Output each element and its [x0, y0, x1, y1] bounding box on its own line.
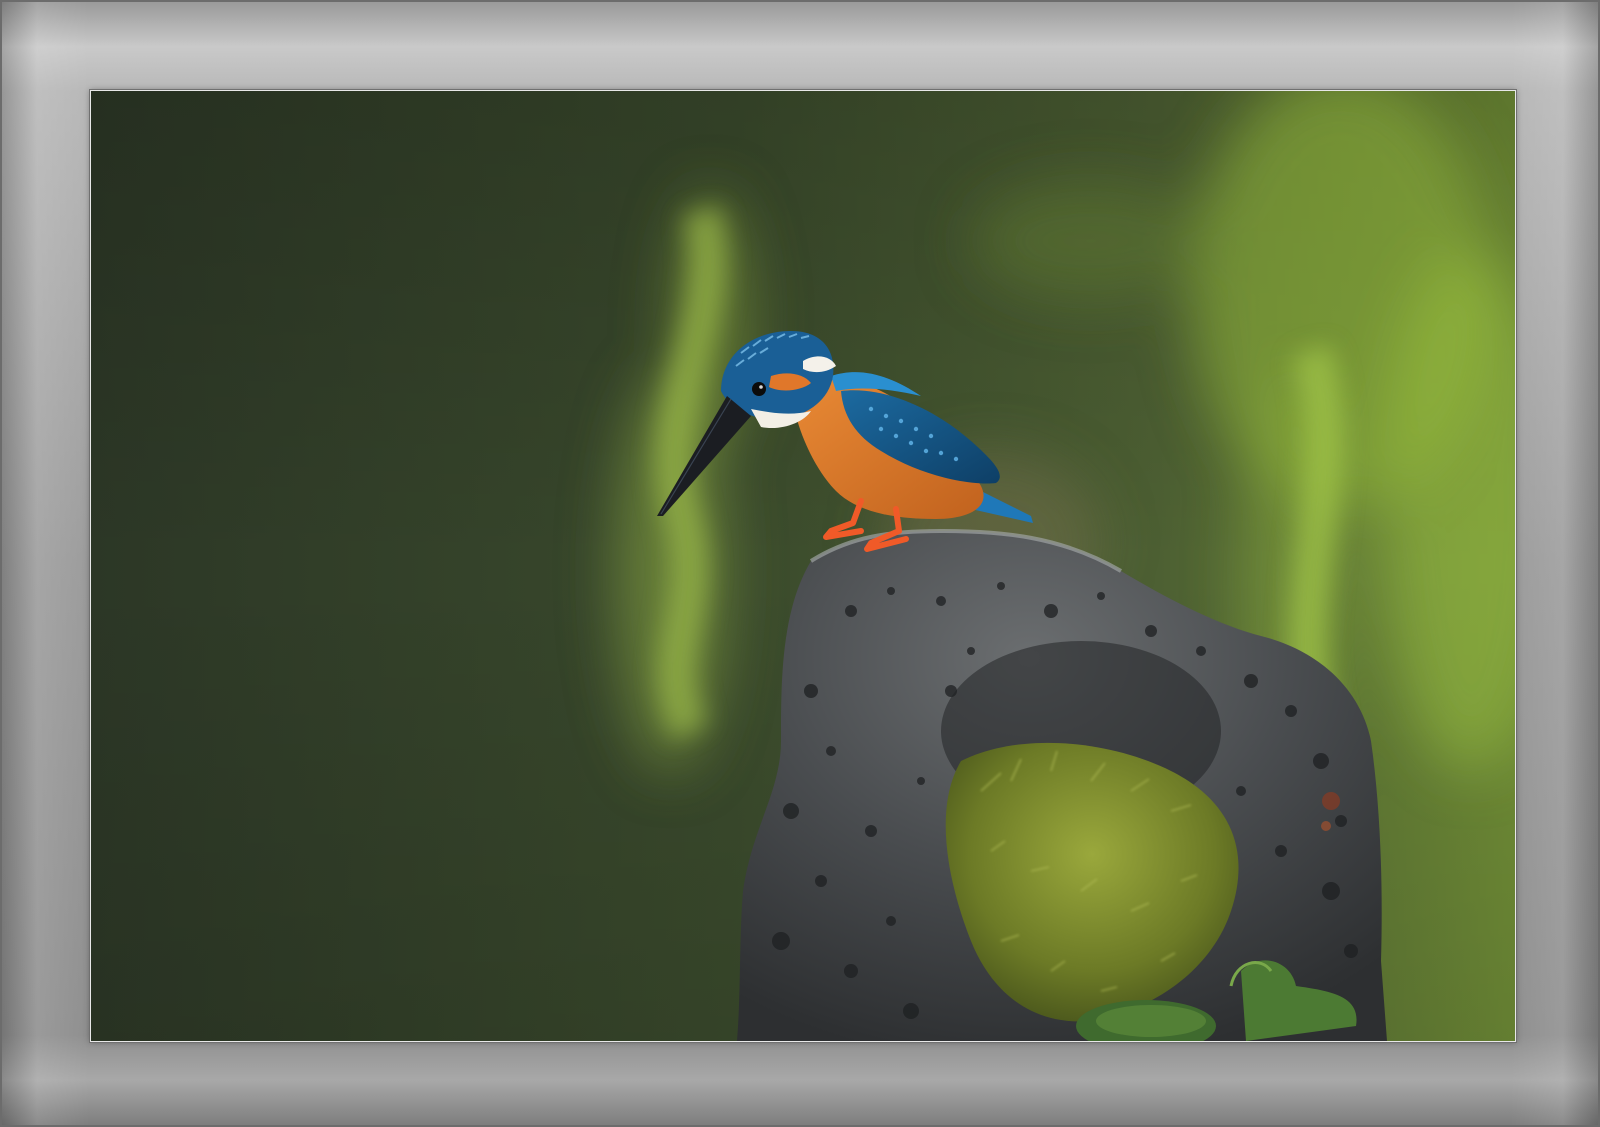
frame-bevel-left — [2, 2, 90, 1125]
kingfisher-photo — [91, 91, 1515, 1041]
picture-frame — [0, 0, 1600, 1127]
frame-bevel-right — [1510, 2, 1598, 1125]
photo — [90, 90, 1516, 1042]
